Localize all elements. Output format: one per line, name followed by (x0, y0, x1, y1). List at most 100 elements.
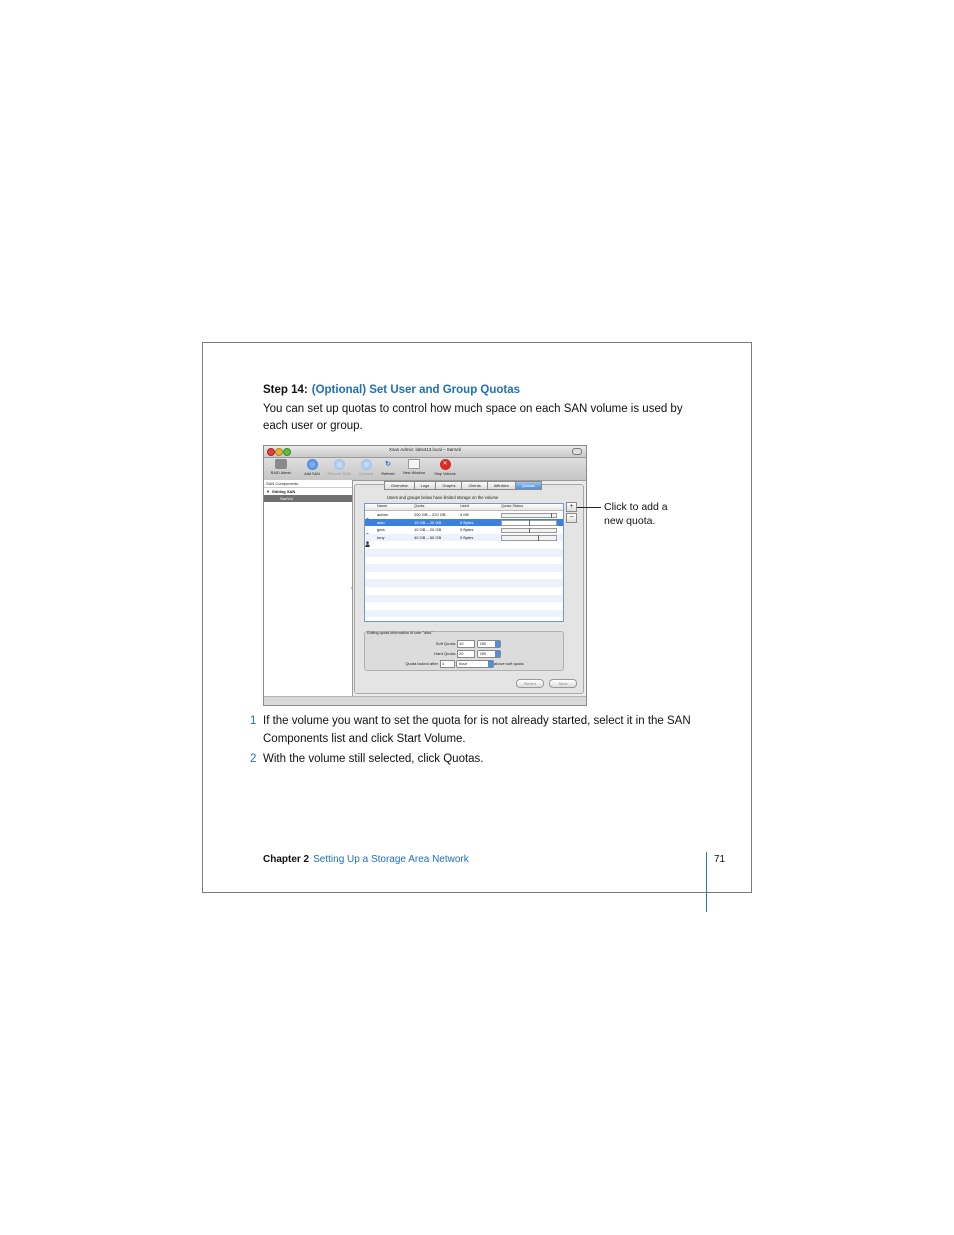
window-status-bar (264, 696, 586, 705)
page-number-rule (706, 852, 707, 912)
step-heading: Step 14: (Optional) Set User and Group Qu… (263, 384, 520, 396)
table-row[interactable]: tony 40 GB – 60 GB 0 Bytes (365, 533, 563, 547)
step-number: 1 (250, 715, 257, 727)
column-used[interactable]: Used (460, 504, 469, 508)
soft-quota-input[interactable]: 10 (457, 640, 475, 648)
page-number: 71 (714, 854, 726, 865)
sidebar-item-sanvol[interactable]: SanVol (264, 495, 352, 502)
globe-icon (360, 459, 372, 470)
quota-locked-label: Quota locked after (405, 661, 438, 666)
intro-paragraph: You can set up quotas to control how muc… (263, 403, 683, 432)
quota-status-bar (501, 520, 557, 526)
frame-left-rule (202, 342, 203, 893)
cell-quota: 10 GB – 20 GB (414, 527, 442, 533)
table-row[interactable]: admin 200 GB – 220 GB 4 KB (365, 511, 563, 524)
quota-soft-limit-marker (538, 535, 540, 541)
step-label: Step 14: (263, 384, 308, 396)
cell-name: aldo (377, 519, 385, 525)
hard-quota-label: Hard Quota: (434, 651, 456, 656)
table-row[interactable]: gina 10 GB – 20 GB 0 Bytes (365, 526, 563, 540)
quota-locked-input[interactable]: 1 (440, 660, 455, 668)
window-titlebar: Xsan Admin: labs413.local – SanVol (264, 446, 586, 458)
column-quota-status[interactable]: Quota Status (501, 504, 523, 508)
soft-quota-unit-select[interactable]: GB (477, 640, 501, 648)
xsan-admin-window: Xsan Admin: labs413.local – SanVol RAID … (263, 445, 587, 706)
chapter-label: Chapter 2 (263, 854, 310, 865)
window-title: Xsan Admin: labs413.local – SanVol (388, 447, 462, 452)
raid-admin-button[interactable]: RAID Admin (267, 459, 295, 475)
callout-leader-line (577, 507, 601, 508)
quota-soft-limit-marker (529, 527, 530, 534)
save-button[interactable]: Save (549, 679, 577, 688)
add-quota-button[interactable]: + (566, 502, 577, 512)
step-text: With the volume still selected, click Qu… (263, 753, 484, 765)
table-header: Name Quota Used Quota Status (365, 504, 563, 511)
quota-soft-limit-marker (529, 520, 530, 526)
quota-status-bar (501, 535, 557, 541)
globe-icon (306, 459, 318, 470)
toolbar-toggle-button[interactable] (572, 448, 582, 455)
callout-line-2: new quota. (604, 515, 656, 527)
hard-quota-unit-select[interactable]: GB (477, 650, 501, 658)
column-quota[interactable]: Quota (414, 504, 424, 508)
edit-quota-box: Editing quota information of user "aldo"… (364, 631, 564, 671)
remove-san-button[interactable]: Remove SAN (325, 459, 353, 476)
empty-table-row (365, 564, 563, 572)
quota-table: Name Quota Used Quota Status admin 200 GB… (364, 503, 564, 622)
tab-overview[interactable]: Overview (384, 481, 415, 490)
cell-used: 0 Bytes (460, 519, 474, 525)
splitter-handle[interactable]: • (351, 585, 352, 590)
san-components-sidebar: SAN Components ▼ Editing SAN SanVol (264, 480, 353, 696)
refresh-icon: ↻ (385, 461, 391, 468)
table-body: admin 200 GB – 220 GB 4 KB aldo 10 GB – 20 G… (365, 511, 563, 618)
empty-table-row (365, 579, 563, 587)
cell-used: 0 Bytes (460, 534, 474, 540)
tab-clients[interactable]: Clients (461, 481, 488, 490)
connect-button[interactable]: Connect (355, 459, 377, 476)
quota-soft-limit-marker (551, 512, 553, 518)
cell-name: gina (377, 527, 385, 533)
tab-logs[interactable]: Logs (413, 481, 437, 490)
sidebar-group-editing-san[interactable]: ▼ Editing SAN (264, 488, 352, 495)
empty-table-row (365, 609, 563, 618)
cell-quota: 200 GB – 220 GB (414, 512, 446, 517)
callout-line-1: Click to add a (604, 501, 668, 513)
frame-top-rule (202, 342, 752, 343)
empty-table-row (365, 602, 563, 610)
step-number: 2 (250, 753, 257, 765)
column-name[interactable]: Name (377, 504, 387, 508)
cell-quota: 10 GB – 20 GB (414, 519, 442, 525)
quotas-panel: Overview Logs Graphs Clients Affinities … (354, 481, 584, 694)
frame-right-rule (751, 342, 752, 893)
callout-add-quota: Click to add a new quota. (604, 500, 668, 528)
stop-volume-button[interactable]: ✕ Stop Volume (430, 459, 460, 476)
new-window-icon (408, 459, 420, 469)
cell-name: admin (377, 512, 388, 517)
tab-bar: Overview Logs Graphs Clients Affinities … (384, 481, 542, 490)
add-san-button[interactable]: Add SAN (301, 459, 323, 476)
step-text: If the volume you want to set the quota … (263, 715, 691, 745)
empty-table-row (365, 572, 563, 580)
empty-table-row (365, 587, 563, 595)
tab-affinities[interactable]: Affinities (486, 481, 516, 490)
tab-graphs[interactable]: Graphs (435, 481, 463, 490)
chapter-title: Setting Up a Storage Area Network (313, 854, 469, 865)
quota-description: Users and groups below have limited stor… (387, 495, 499, 500)
footer-chapter: Chapter 2 Setting Up a Storage Area Netwo… (263, 854, 469, 865)
revert-button[interactable]: Revert (516, 679, 544, 688)
step-title: (Optional) Set User and Group Quotas (311, 384, 521, 396)
sidebar-header: SAN Components (264, 480, 352, 488)
remove-quota-button[interactable]: − (566, 513, 577, 523)
tab-quotas[interactable]: Quotas (514, 481, 542, 490)
refresh-button[interactable]: ↻ Refresh (378, 459, 398, 476)
hard-quota-input[interactable]: 20 (457, 650, 475, 658)
quota-locked-unit-select[interactable]: hour (456, 660, 494, 668)
new-window-button[interactable]: New Window (399, 459, 429, 475)
cell-used: 0 Bytes (460, 527, 474, 533)
table-row[interactable]: aldo 10 GB – 20 GB 0 Bytes (365, 518, 563, 532)
toolbar: RAID Admin Add SAN Remove SAN Connect ↻ … (264, 458, 586, 481)
quota-status-bar (501, 512, 557, 518)
cell-name: tony (377, 534, 385, 540)
above-soft-quota-label: above soft quota (494, 661, 524, 666)
empty-table-row (365, 548, 563, 557)
